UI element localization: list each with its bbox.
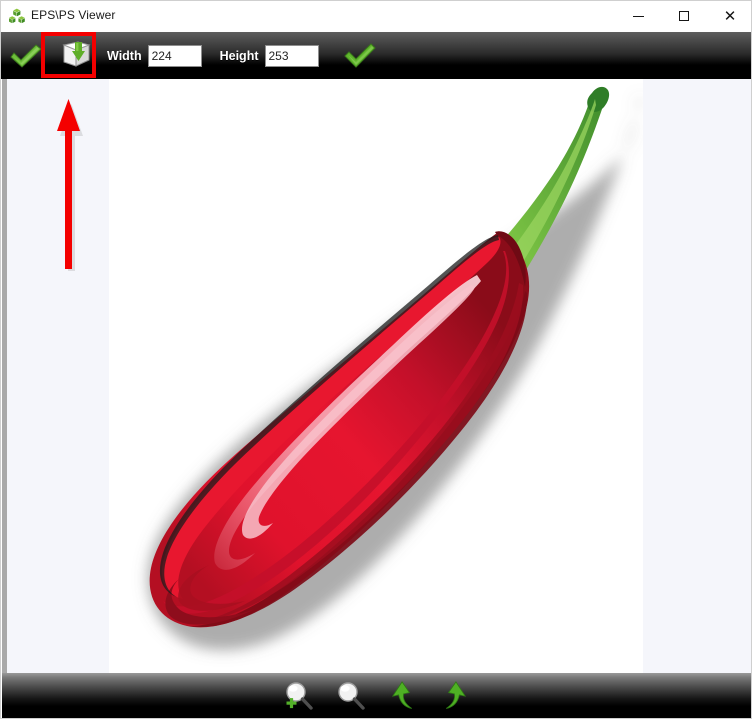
- rotate-right-arrow-icon: [446, 681, 467, 709]
- green-cubes-icon: [8, 8, 26, 25]
- maximize-icon: [679, 11, 689, 21]
- image-preview: [109, 79, 643, 673]
- close-button[interactable]: ✕: [707, 1, 751, 31]
- width-input[interactable]: [147, 44, 202, 67]
- rotate-left-arrow-icon: [391, 681, 412, 709]
- close-icon: ✕: [723, 6, 737, 25]
- height-input[interactable]: [264, 44, 319, 67]
- titlebar: EPS\PS Viewer ✕: [1, 1, 751, 32]
- window-title: EPS\PS Viewer: [31, 8, 116, 22]
- image-viewport[interactable]: [2, 79, 751, 673]
- top-toolbar: Width Height: [1, 32, 751, 79]
- zoom-out-button[interactable]: [332, 677, 370, 715]
- apply-check-button[interactable]: [3, 36, 49, 76]
- height-label: Height: [219, 48, 259, 63]
- rotate-left-button[interactable]: [384, 677, 422, 715]
- red-chili-pepper-sticker: [138, 86, 634, 642]
- bottom-toolbar: [2, 673, 751, 718]
- window-controls: ✕: [615, 1, 751, 32]
- rotate-right-button[interactable]: [436, 677, 474, 715]
- save-image-button[interactable]: [53, 36, 99, 76]
- green-checkmark-icon: [343, 42, 376, 68]
- vertical-scrollbar[interactable]: [2, 79, 7, 673]
- magnifier-icon: [338, 682, 365, 710]
- save-download-icon: [62, 40, 91, 67]
- minimize-icon: [632, 15, 644, 17]
- green-check-arrow-icon: [10, 43, 42, 68]
- eps-ps-viewer-window: EPS\PS Viewer ✕ Width 224 Height 253: [0, 0, 752, 719]
- confirm-resize-button[interactable]: [337, 36, 383, 76]
- width-label: Width: [107, 48, 142, 63]
- maximize-button[interactable]: [661, 1, 707, 31]
- magnifier-plus-icon: [286, 682, 313, 710]
- zoom-in-button[interactable]: [280, 677, 318, 715]
- minimize-button[interactable]: [615, 1, 661, 31]
